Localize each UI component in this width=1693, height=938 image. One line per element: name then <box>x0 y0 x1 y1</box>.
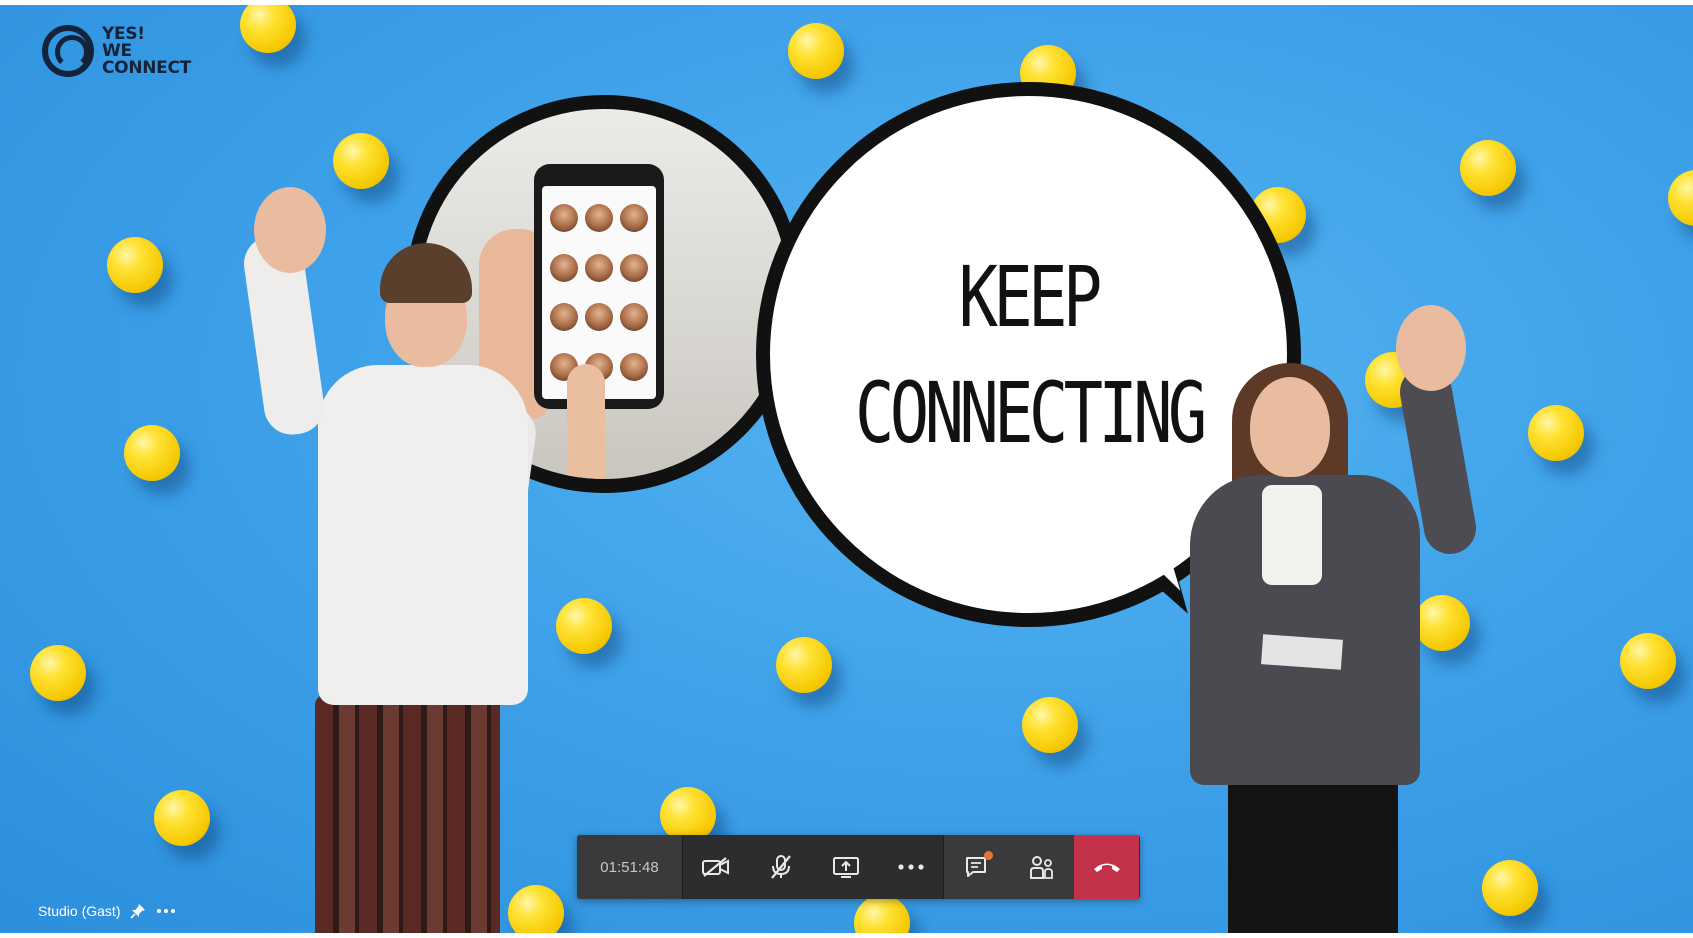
background-ball <box>240 5 296 53</box>
contact-avatar <box>584 253 613 282</box>
contact-avatar <box>619 253 648 282</box>
mic-off-icon <box>768 854 794 880</box>
participant-name: Studio (Gast) <box>38 903 121 919</box>
contact-avatar <box>619 203 648 232</box>
pointing-finger <box>567 364 605 479</box>
background-ball <box>508 885 564 933</box>
share-screen-icon <box>832 855 860 879</box>
background-ball <box>1460 140 1516 196</box>
contact-avatar <box>550 303 579 332</box>
hang-up-icon <box>1092 860 1122 874</box>
background-ball <box>1482 860 1538 916</box>
bubble-text-line-2: CONNECTING <box>854 363 1207 462</box>
contact-avatar <box>584 303 613 332</box>
presenter-right-top <box>1262 485 1322 585</box>
background-ball <box>333 133 389 189</box>
logo-line-2: WE <box>102 40 132 61</box>
bubble-text-line-1: KEEP <box>958 247 1103 346</box>
pin-icon[interactable] <box>130 903 146 919</box>
meeting-video-stage: YES! WE CONNECT KEEP CONNECTING Studio (… <box>0 5 1693 933</box>
mic-toggle-button[interactable] <box>748 835 813 899</box>
share-screen-button[interactable] <box>813 835 878 899</box>
contact-avatar <box>550 203 579 232</box>
camera-toggle-button[interactable] <box>683 835 748 899</box>
background-ball <box>124 425 180 481</box>
participant-label: Studio (Gast) <box>38 903 176 919</box>
chat-unread-badge <box>984 851 993 860</box>
background-ball <box>154 790 210 846</box>
background-ball <box>1022 697 1078 753</box>
contact-avatar <box>619 353 648 382</box>
logo-mark-icon <box>42 25 94 77</box>
presenter-right-face <box>1250 377 1330 477</box>
call-toolbar: 01:51:48 <box>577 835 1140 899</box>
side-panel-controls <box>943 835 1074 899</box>
background-ball <box>788 23 844 79</box>
logo-line-3: CONNECT <box>102 57 191 78</box>
presenter-left-trousers <box>315 695 500 933</box>
background-ball <box>1668 170 1693 226</box>
presenter-right-trousers <box>1228 775 1398 933</box>
phone-screen-contacts <box>542 186 656 399</box>
hang-up-button[interactable] <box>1074 835 1139 899</box>
chat-button[interactable] <box>944 835 1009 899</box>
background-ball <box>1528 405 1584 461</box>
contact-avatar <box>550 253 579 282</box>
background-ball <box>556 598 612 654</box>
media-controls <box>683 835 943 899</box>
more-actions-button[interactable] <box>878 835 943 899</box>
logo-text: YES! WE CONNECT <box>102 23 191 78</box>
logo-line-1: YES! <box>102 23 145 44</box>
background-ball <box>1620 633 1676 689</box>
presenter-left-shirt <box>318 365 528 705</box>
presenter-right-waving-hand <box>1396 305 1466 391</box>
background-ball <box>30 645 86 701</box>
background-ball <box>107 237 163 293</box>
more-icon[interactable] <box>156 908 176 914</box>
background-ball <box>776 637 832 693</box>
call-duration: 01:51:48 <box>577 835 683 899</box>
camera-off-icon <box>701 856 731 878</box>
yes-we-connect-logo: YES! WE CONNECT <box>42 25 191 77</box>
more-actions-icon <box>897 864 925 870</box>
participants-icon <box>1028 854 1056 880</box>
background-ball <box>1414 595 1470 651</box>
background-ball <box>854 895 910 933</box>
contact-avatar <box>584 203 613 232</box>
presenter-right-card <box>1261 634 1343 670</box>
participants-button[interactable] <box>1009 835 1074 899</box>
contact-avatar <box>619 303 648 332</box>
presenter-left-waving-hand <box>254 187 326 273</box>
